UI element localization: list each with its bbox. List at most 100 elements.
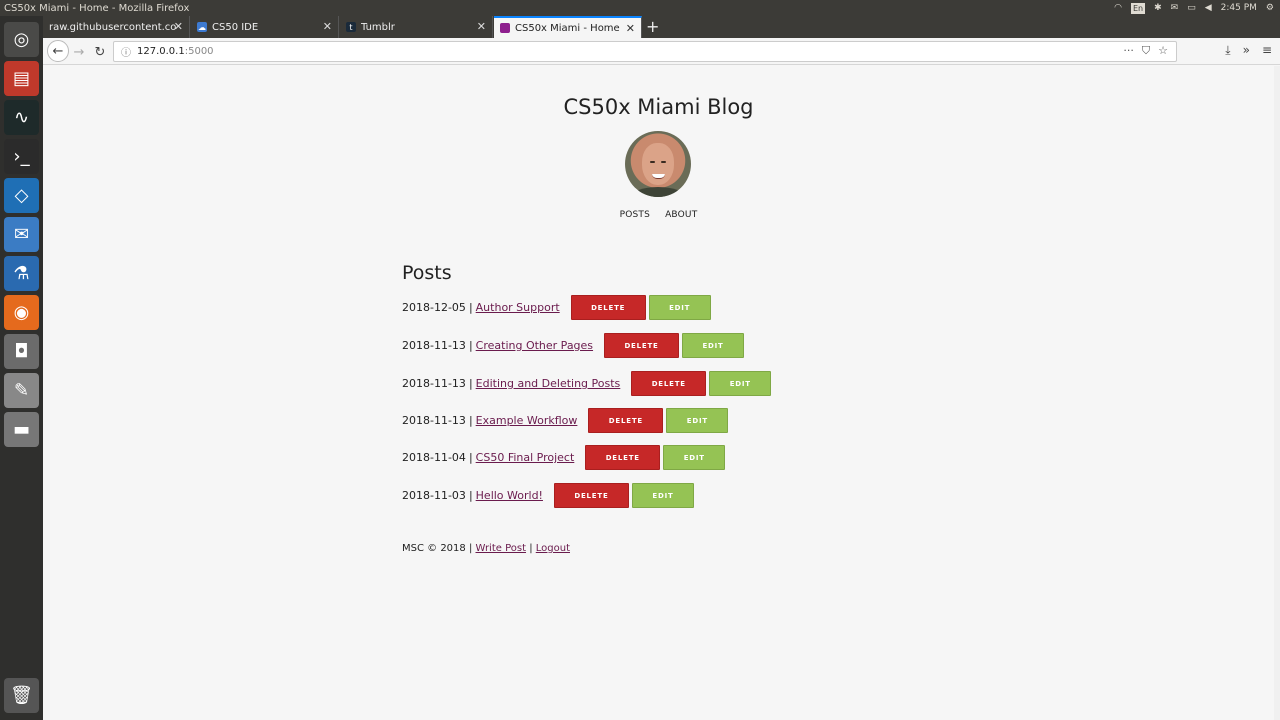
volume-icon[interactable]: ◀ (1205, 3, 1212, 13)
close-icon[interactable]: ✕ (323, 20, 332, 33)
vscode-icon[interactable]: ◇ (4, 178, 39, 213)
back-icon[interactable]: ← (47, 40, 69, 62)
write-post-link[interactable]: Write Post (476, 543, 527, 554)
footer: MSC © 2018 | Write Post | Logout (402, 543, 570, 554)
nav-posts-link[interactable]: POSTS (620, 210, 650, 220)
delete-button[interactable]: DELETE (570, 295, 646, 320)
post-date: 2018-11-13 (402, 414, 466, 427)
url-port: :5000 (184, 46, 214, 57)
keyboard-layout[interactable]: En (1131, 2, 1146, 14)
post-date: 2018-12-05 (402, 301, 466, 314)
drive-icon[interactable]: ▬ (4, 412, 39, 447)
delete-button[interactable]: DELETE (588, 408, 664, 433)
power-gear-icon[interactable]: ⚙ (1266, 3, 1274, 13)
avatar-shirt (631, 187, 685, 197)
post-row: 2018-11-04 | CS50 Final Project DELETE ED… (402, 445, 726, 470)
tumblr-icon: t (346, 22, 356, 32)
files-icon[interactable]: ▤ (4, 61, 39, 96)
tab-label: CS50 IDE (212, 21, 259, 33)
post-title-link[interactable]: Editing and Deleting Posts (476, 377, 621, 390)
edit-button[interactable]: EDIT (682, 333, 745, 358)
avatar-eye (661, 161, 666, 163)
post-title-link[interactable]: Example Workflow (476, 414, 578, 427)
tab-label: CS50x Miami - Home (515, 22, 620, 34)
post-date: 2018-11-03 (402, 489, 466, 502)
post-row: 2018-11-13 | Example Workflow DELETE EDIT (402, 408, 729, 433)
post-title-link[interactable]: Creating Other Pages (476, 339, 593, 352)
new-tab-icon[interactable]: + (646, 17, 659, 36)
window-title: CS50x Miami - Home - Mozilla Firefox (4, 2, 190, 14)
post-row: 2018-12-05 | Author Support DELETE EDIT (402, 295, 711, 320)
system-top-bar: CS50x Miami - Home - Mozilla Firefox ◠ E… (0, 0, 1280, 16)
delete-button[interactable]: DELETE (585, 445, 661, 470)
delete-button[interactable]: DELETE (553, 483, 629, 508)
tab-label: raw.githubusercontent.co (49, 21, 177, 33)
close-icon[interactable]: ✕ (626, 22, 635, 35)
bluetooth-icon[interactable]: ✱ (1154, 3, 1162, 13)
forward-icon[interactable]: → (69, 42, 89, 62)
wifi-icon[interactable]: ◠ (1114, 3, 1122, 13)
page-actions-icon[interactable]: ··· (1123, 44, 1134, 58)
close-icon[interactable]: ✕ (174, 20, 183, 33)
system-tray: ◠ En ✱ ✉ ▭ ◀ 2:45 PM ⚙ (1114, 0, 1274, 16)
tab-cs50x-miami-home[interactable]: CS50x Miami - Home ✕ (494, 16, 642, 38)
blog-title: CS50x Miami Blog (563, 95, 754, 119)
edit-button[interactable]: EDIT (709, 371, 772, 396)
cloud9-icon: ☁ (197, 22, 207, 32)
site-info-icon[interactable]: ⓘ (121, 44, 131, 59)
text-editor-icon[interactable]: ✎ (4, 373, 39, 408)
battery-icon[interactable]: ▭ (1187, 3, 1196, 13)
delete-button[interactable]: DELETE (604, 333, 680, 358)
launcher: ◎ ▤ ∿ ›_ ◇ ✉ ⚗ ◉ ◘ ✎ ▬ 🗑 (0, 16, 43, 720)
url-actions: ··· ⛉ ☆ (1123, 44, 1168, 58)
edit-button[interactable]: EDIT (663, 445, 726, 470)
navigation-bar: ← → ↻ ⓘ 127.0.0.1:5000 ··· ⛉ ☆ ⤓ » ≡ (43, 38, 1280, 65)
delete-button[interactable]: DELETE (631, 371, 707, 396)
tab-label: Tumblr (361, 21, 395, 33)
avatar-eye (650, 161, 655, 163)
post-title-link[interactable]: Author Support (476, 301, 560, 314)
bookmark-star-icon[interactable]: ☆ (1158, 44, 1168, 58)
pocket-icon[interactable]: ⛉ (1142, 44, 1150, 58)
footer-copyright: MSC © 2018 (402, 543, 466, 554)
edit-button[interactable]: EDIT (631, 483, 694, 508)
mail-icon[interactable]: ✉ (1171, 3, 1179, 13)
tab-tumblr[interactable]: t Tumblr ✕ (340, 16, 493, 38)
edit-button[interactable]: EDIT (666, 408, 729, 433)
toolbar-tools: ⤓ » ≡ (1225, 43, 1272, 58)
posts-heading: Posts (402, 262, 452, 284)
url-bar[interactable]: ⓘ 127.0.0.1:5000 ··· ⛉ ☆ (113, 41, 1177, 62)
blog-nav: POSTS ABOUT (43, 210, 1274, 220)
tab-raw-github[interactable]: raw.githubusercontent.co ✕ (43, 16, 190, 38)
dash-icon[interactable]: ◎ (4, 22, 39, 57)
camera-icon[interactable]: ◘ (4, 334, 39, 369)
trash-icon[interactable]: 🗑 (4, 678, 39, 713)
clock[interactable]: 2:45 PM (1221, 3, 1257, 13)
tab-strip: raw.githubusercontent.co ✕ ☁ CS50 IDE ✕ … (43, 16, 1280, 38)
post-date: 2018-11-04 (402, 451, 466, 464)
close-icon[interactable]: ✕ (477, 20, 486, 33)
downloads-icon[interactable]: ⤓ (1225, 43, 1230, 58)
nav-about-link[interactable]: ABOUT (665, 210, 697, 220)
site-favicon-icon (500, 23, 510, 33)
page-scrollbar[interactable] (1274, 66, 1280, 720)
overflow-menu-icon[interactable]: » (1243, 43, 1250, 58)
tab-cs50-ide[interactable]: ☁ CS50 IDE ✕ (191, 16, 339, 38)
logout-link[interactable]: Logout (536, 543, 570, 554)
reload-icon[interactable]: ↻ (90, 42, 110, 62)
edit-button[interactable]: EDIT (648, 295, 711, 320)
system-monitor-icon[interactable]: ∿ (4, 100, 39, 135)
firefox-icon[interactable]: ◉ (4, 295, 39, 330)
post-title-link[interactable]: CS50 Final Project (476, 451, 575, 464)
thunderbird-icon[interactable]: ✉ (4, 217, 39, 252)
post-row: 2018-11-13 | Editing and Deleting Posts D… (402, 371, 772, 396)
page-content: CS50x Miami Blog POSTS ABOUT Posts 2018-… (43, 66, 1274, 720)
post-row: 2018-11-03 | Hello World! DELETE EDIT (402, 483, 694, 508)
hamburger-menu-icon[interactable]: ≡ (1262, 43, 1272, 58)
post-date: 2018-11-13 (402, 339, 466, 352)
post-row: 2018-11-13 | Creating Other Pages DELETE … (402, 333, 745, 358)
flask-icon[interactable]: ⚗ (4, 256, 39, 291)
terminal-icon[interactable]: ›_ (4, 139, 39, 174)
post-date: 2018-11-13 (402, 377, 466, 390)
post-title-link[interactable]: Hello World! (476, 489, 543, 502)
